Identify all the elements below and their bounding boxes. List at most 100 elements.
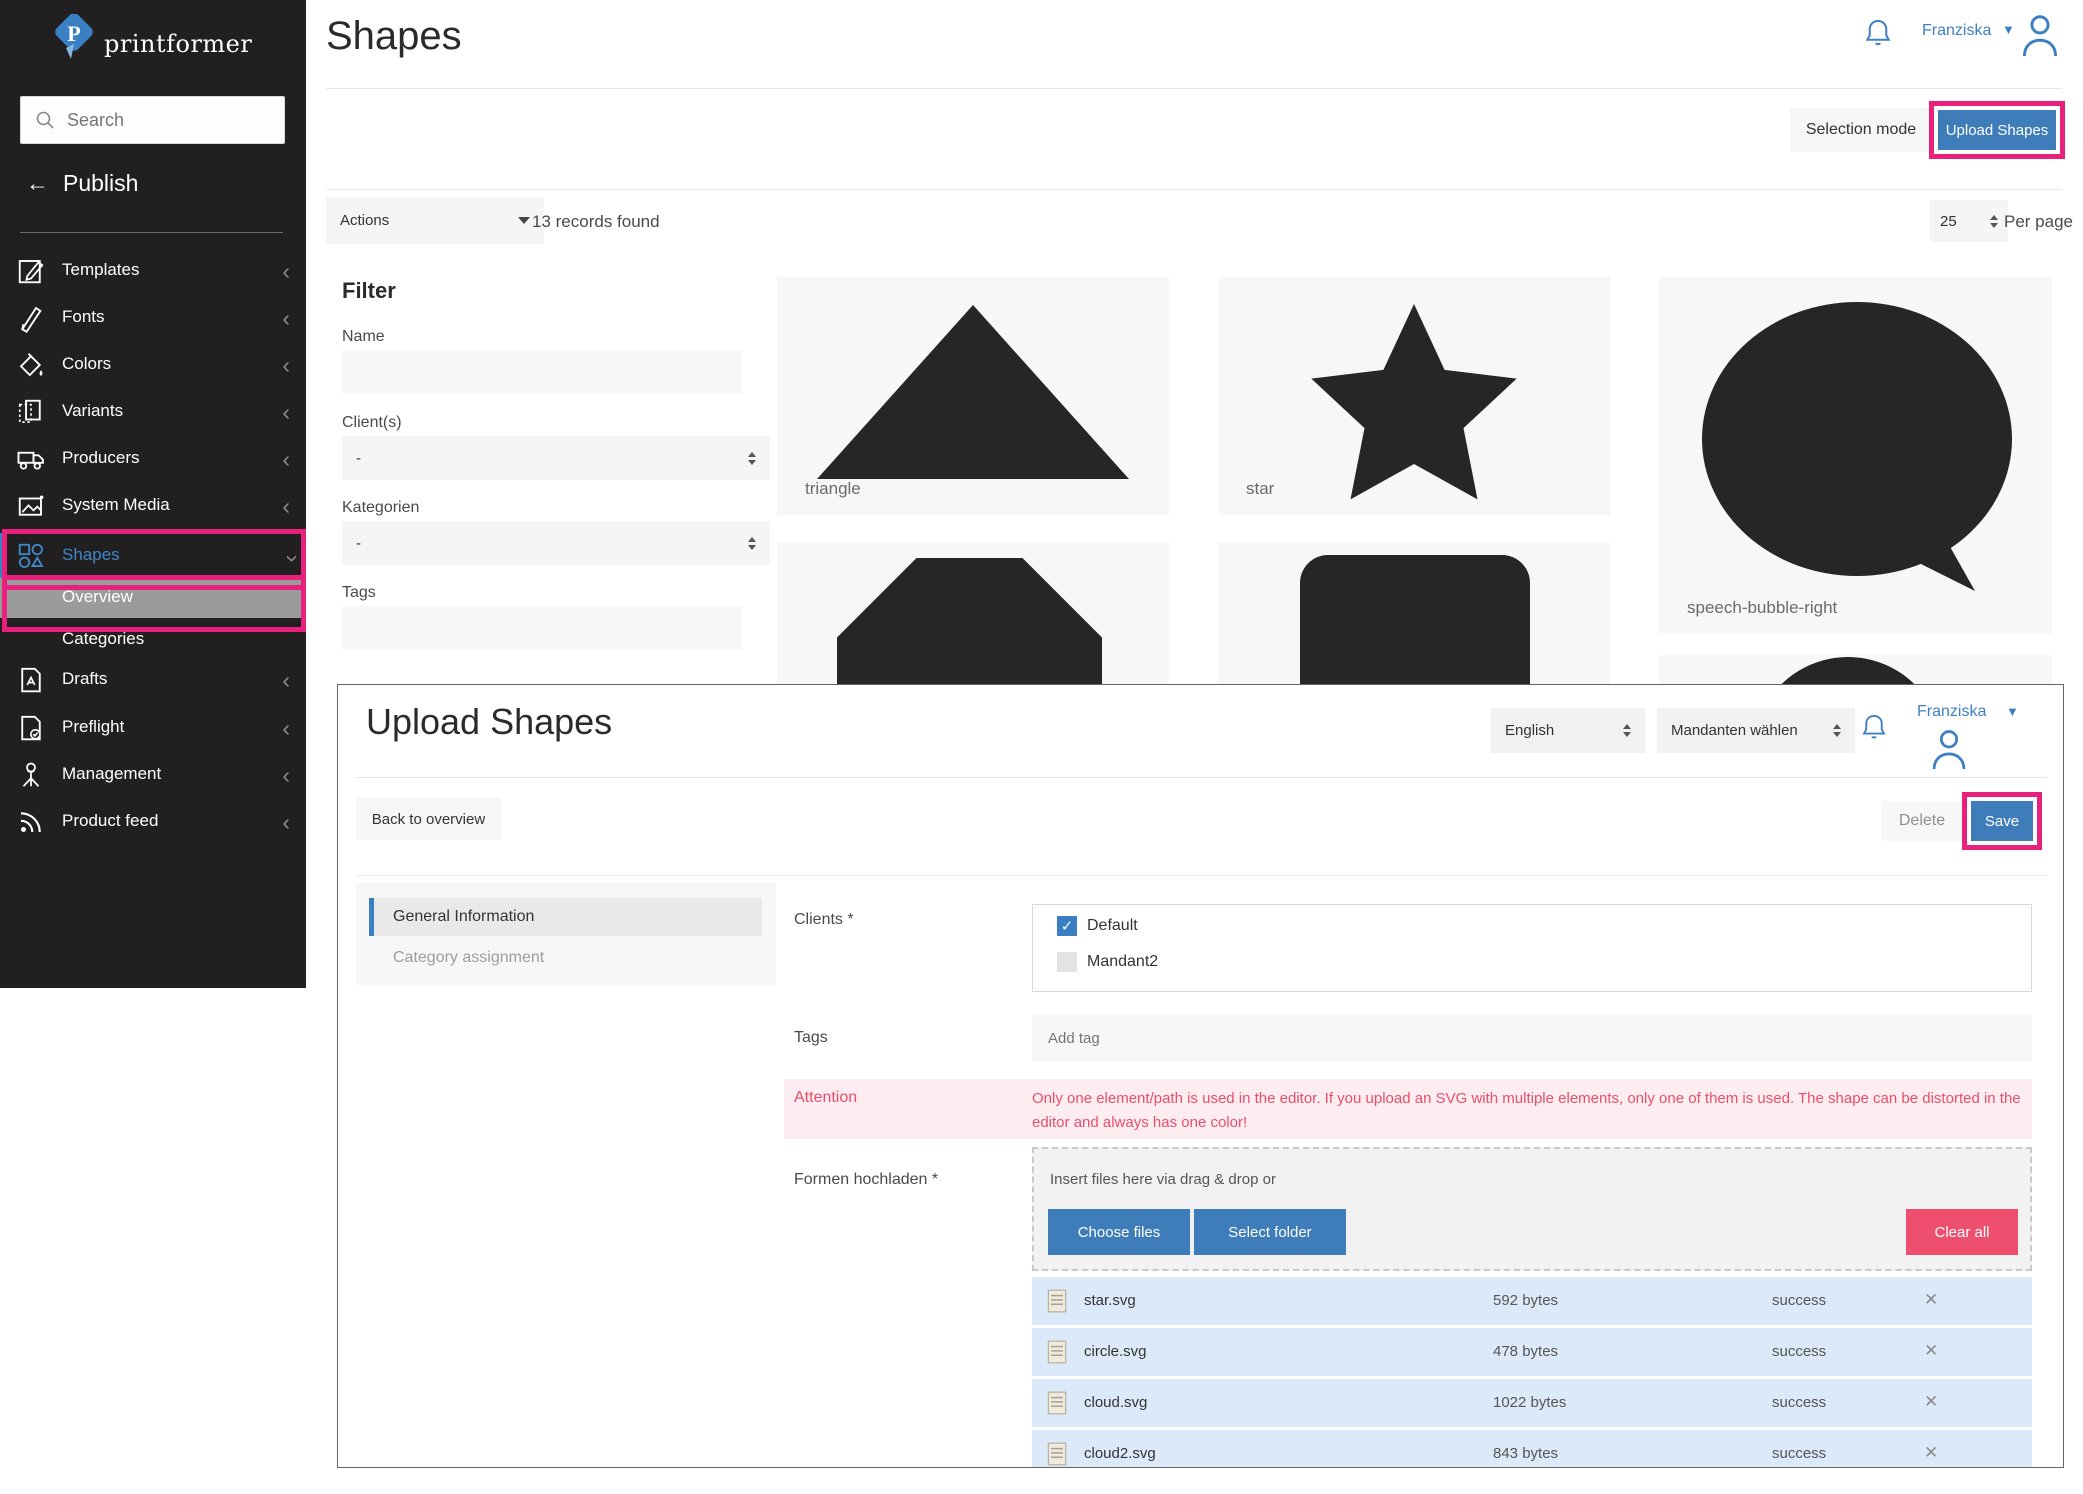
active-indicator (0, 533, 6, 580)
file-size: 592 bytes (1493, 1292, 1558, 1309)
caret-down-icon (518, 217, 530, 224)
dropzone-hint: Insert files here via drag & drop or (1050, 1171, 1276, 1188)
file-status: success (1772, 1292, 1826, 1309)
filter-categories-select[interactable]: - (342, 521, 770, 565)
search-input[interactable] (65, 109, 259, 132)
sidebar-item-templates[interactable]: Templates ‹ (0, 248, 306, 295)
divider (20, 232, 283, 233)
user-menu[interactable]: Franziska (1917, 703, 1986, 721)
upload-shapes-button[interactable]: Upload Shapes (1938, 110, 2056, 150)
client-option-mandant2[interactable]: Mandant2 (1057, 952, 1158, 972)
sidebar-item-overview[interactable]: Overview (0, 578, 306, 618)
sidebar-item-drafts[interactable]: Drafts ‹ (0, 657, 306, 704)
file-icon (1044, 1339, 1070, 1365)
shape-card-triangle[interactable]: triangle (777, 277, 1169, 515)
tab-general-information[interactable]: General Information (369, 898, 762, 936)
modal-tabs: General Information Category assignment (356, 883, 776, 985)
shape-card-star[interactable]: star (1218, 277, 1610, 515)
selection-mode-button[interactable]: Selection mode (1790, 108, 1932, 152)
chevron-left-icon: ‹ (282, 305, 290, 332)
checkbox-unchecked-icon[interactable] (1057, 952, 1077, 972)
remove-file-icon[interactable]: ✕ (1924, 1392, 1938, 1412)
filter-name-input[interactable] (342, 350, 742, 394)
drafts-icon (16, 665, 48, 697)
stepper-arrows-icon (748, 452, 756, 465)
preflight-icon (16, 713, 48, 745)
sidebar-item-variants[interactable]: Variants ‹ (0, 389, 306, 436)
file-dropzone[interactable]: Insert files here via drag & drop or Cho… (1032, 1147, 2032, 1271)
management-icon (16, 760, 48, 792)
colors-icon (16, 350, 48, 382)
sidebar-item-fonts[interactable]: Fonts ‹ (0, 295, 306, 342)
per-page-select[interactable]: 25 (1930, 200, 2008, 242)
user-caret-icon[interactable]: ▼ (2006, 704, 2019, 719)
search-icon (35, 110, 55, 130)
back-to-publish[interactable]: ← Publish (26, 170, 138, 197)
clients-panel: ✓ Default Mandant2 (1032, 904, 2032, 992)
stepper-arrows-icon (1833, 724, 1841, 737)
language-select[interactable]: English (1491, 708, 1645, 753)
remove-file-icon[interactable]: ✕ (1924, 1443, 1938, 1463)
chevron-left-icon: ‹ (282, 809, 290, 836)
notifications-bell-icon[interactable] (1862, 16, 1894, 59)
modal-title: Upload Shapes (366, 701, 612, 743)
printformer-logo-icon: P (50, 14, 98, 66)
filter-tags-label: Tags (342, 584, 376, 602)
active-tab-indicator (369, 898, 374, 936)
templates-icon (16, 256, 48, 288)
fonts-icon (16, 303, 48, 335)
select-folder-button[interactable]: Select folder (1194, 1209, 1346, 1255)
sidebar-item-producers[interactable]: Producers ‹ (0, 436, 306, 483)
user-name: Franziska (1922, 22, 1991, 39)
file-icon (1044, 1288, 1070, 1314)
file-status: success (1772, 1394, 1826, 1411)
filter-categories-label: Kategorien (342, 499, 419, 517)
user-avatar-icon[interactable] (1928, 725, 1970, 776)
client-option-default[interactable]: ✓ Default (1057, 916, 1138, 936)
chevron-left-icon: ‹ (282, 715, 290, 742)
filter-clients-select[interactable]: - (342, 436, 770, 480)
remove-file-icon[interactable]: ✕ (1924, 1341, 1938, 1361)
save-button[interactable]: Save (1971, 801, 2033, 841)
add-tag-input[interactable] (1032, 1015, 2032, 1061)
upload-files-label: Formen hochladen * (794, 1171, 938, 1189)
filter-tags-input[interactable] (342, 606, 742, 650)
stepper-arrows-icon (748, 537, 756, 550)
sidebar: P printformer ← Publish Templates ‹ Font… (0, 0, 306, 988)
sidebar-item-product-feed[interactable]: Product feed ‹ (0, 799, 306, 846)
sidebar-item-management[interactable]: Management ‹ (0, 752, 306, 799)
remove-file-icon[interactable]: ✕ (1924, 1290, 1938, 1310)
sidebar-item-system-media[interactable]: System Media ‹ (0, 483, 306, 530)
user-avatar-icon[interactable] (2018, 10, 2062, 63)
back-to-overview-button[interactable]: Back to overview (356, 798, 501, 840)
chevron-left-icon: ‹ (282, 762, 290, 789)
delete-button[interactable]: Delete (1881, 801, 1963, 841)
chevron-left-icon: ‹ (282, 493, 290, 520)
checkbox-checked-icon[interactable]: ✓ (1057, 916, 1077, 936)
tab-category-assignment[interactable]: Category assignment (393, 949, 544, 967)
stepper-arrows-icon (1990, 215, 1998, 228)
choose-files-button[interactable]: Choose files (1048, 1209, 1190, 1255)
file-size: 478 bytes (1493, 1343, 1558, 1360)
chevron-left-icon: ‹ (282, 399, 290, 426)
client-select[interactable]: Mandanten wählen (1657, 708, 1855, 753)
triangle-shape (817, 303, 1129, 481)
card-label: speech-bubble-right (1687, 598, 1837, 618)
file-name: circle.svg (1084, 1343, 1147, 1360)
sidebar-item-shapes[interactable]: Shapes ‹ (0, 533, 306, 578)
sidebar-item-colors[interactable]: Colors ‹ (0, 342, 306, 389)
user-menu[interactable]: Franziska (1922, 22, 1991, 40)
notifications-bell-icon[interactable] (1859, 711, 1889, 752)
sidebar-item-preflight[interactable]: Preflight ‹ (0, 705, 306, 752)
file-size: 1022 bytes (1493, 1394, 1566, 1411)
per-page-label: Per page (2004, 212, 2073, 232)
chevron-left-icon: ‹ (282, 667, 290, 694)
actions-select[interactable]: Actions (326, 197, 544, 244)
clear-all-button[interactable]: Clear all (1906, 1209, 2018, 1255)
stepper-arrows-icon (1623, 724, 1631, 737)
sidebar-item-categories[interactable]: Categories (0, 620, 306, 660)
attention-banner: Attention Only one element/path is used … (784, 1079, 2032, 1139)
shape-card-speech-bubble[interactable]: speech-bubble-right (1659, 277, 2052, 634)
sidebar-search[interactable] (20, 96, 285, 144)
user-caret-icon[interactable]: ▼ (2002, 22, 2015, 37)
